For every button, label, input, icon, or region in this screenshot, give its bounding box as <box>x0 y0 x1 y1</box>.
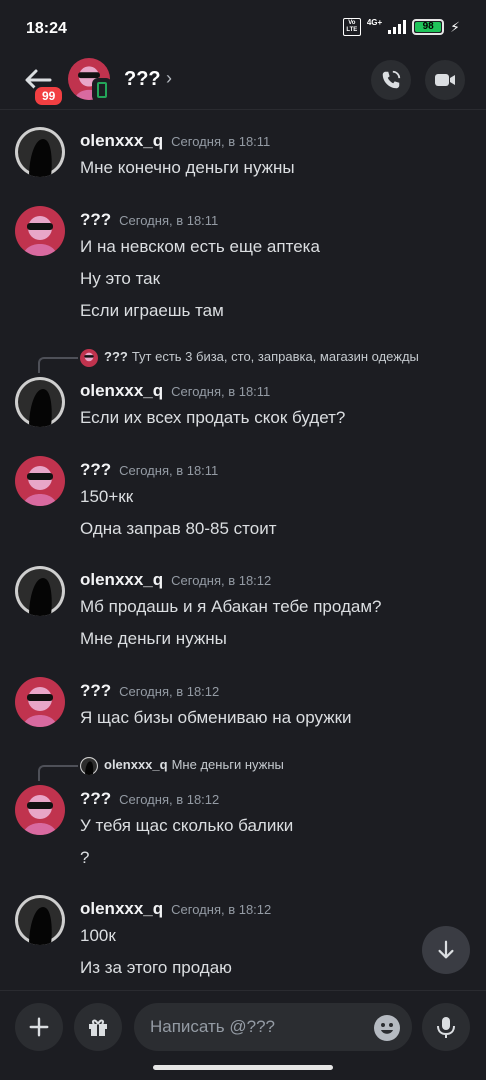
message-author[interactable]: ??? Сегодня, в 18:11 <box>80 460 218 480</box>
avatar[interactable] <box>15 127 65 177</box>
avatar[interactable] <box>15 785 65 835</box>
pink-avatar-icon <box>15 785 65 835</box>
pink-avatar-icon <box>80 349 98 367</box>
video-camera-icon <box>435 74 455 86</box>
message-author[interactable]: olenxxx_q Сегодня, в 18:12 <box>80 570 271 590</box>
message-timestamp: Сегодня, в 18:12 <box>119 684 220 699</box>
dark-avatar-icon <box>15 377 65 427</box>
voice-message-button[interactable] <box>422 1003 470 1051</box>
message-timestamp: Сегодня, в 18:12 <box>171 902 272 917</box>
message-author[interactable]: olenxxx_q Сегодня, в 18:11 <box>80 131 270 151</box>
signal-icon <box>388 20 407 34</box>
pink-avatar-icon <box>15 206 65 256</box>
message-input-wrapper <box>134 1003 412 1051</box>
voice-call-button[interactable] <box>371 60 411 100</box>
reply-preview[interactable]: ??? Тут есть 3 биза, сто, заправка, магаз… <box>38 347 478 373</box>
channel-title[interactable]: ??? <box>124 68 161 91</box>
message-author[interactable]: ??? Сегодня, в 18:11 <box>80 210 218 230</box>
message-input[interactable] <box>150 1003 360 1051</box>
status-time: 18:24 <box>26 20 67 37</box>
message-text: 100к <box>80 926 116 945</box>
message-timestamp: Сегодня, в 18:11 <box>171 384 271 399</box>
dark-avatar-icon <box>15 566 65 616</box>
reply-author: ??? Тут есть 3 биза, сто, заправка, магаз… <box>104 349 419 364</box>
unread-badge[interactable]: 99 <box>32 84 66 108</box>
message-text: Я щас бизы обмениваю на оружки <box>80 708 352 727</box>
message-text: Из за этого продаю <box>80 958 232 977</box>
message-text: Если играешь там <box>80 301 224 320</box>
message-text: 150+кк <box>80 487 134 506</box>
volte-icon: Vo LTE <box>342 18 361 36</box>
reply-spine <box>38 765 78 781</box>
jump-to-latest-button[interactable] <box>422 926 470 974</box>
avatar[interactable] <box>15 206 65 256</box>
reply-text: Мне деньги нужны <box>171 757 284 772</box>
pink-avatar-icon <box>15 677 65 727</box>
avatar[interactable] <box>15 895 65 945</box>
plus-icon <box>29 1017 49 1037</box>
smiley-icon <box>375 1016 399 1040</box>
arrow-down-icon <box>438 940 454 959</box>
avatar[interactable] <box>15 677 65 727</box>
status-icons: Vo LTE 4G+ 98 ⚡ <box>342 17 460 36</box>
chat-header: 99 ??? › <box>0 56 486 110</box>
message-author[interactable]: olenxxx_q Сегодня, в 18:12 <box>80 899 271 919</box>
gift-icon <box>89 1019 107 1036</box>
network-type: 4G+ <box>366 17 383 27</box>
dark-avatar-icon <box>15 127 65 177</box>
message-author[interactable]: ??? Сегодня, в 18:12 <box>80 789 219 809</box>
mobile-status-icon <box>92 78 112 102</box>
message-author[interactable]: olenxxx_q Сегодня, в 18:11 <box>80 381 270 401</box>
message-text: Мб продашь и я Абакан тебе продам? <box>80 597 382 616</box>
dark-avatar-icon <box>80 757 98 775</box>
pink-avatar-icon <box>15 456 65 506</box>
message-timestamp: Сегодня, в 18:11 <box>119 213 219 228</box>
message-text: Мне деньги нужны <box>80 629 227 648</box>
message-text: Если их всех продать скок будет? <box>80 408 346 427</box>
avatar[interactable] <box>15 456 65 506</box>
status-bar: 18:24 Vo LTE 4G+ 98 ⚡ <box>0 0 486 56</box>
reply-preview[interactable]: olenxxx_q Мне деньги нужны <box>38 755 478 781</box>
message-text: У тебя щас сколько балики <box>80 816 294 835</box>
video-call-button[interactable] <box>425 60 465 100</box>
message-timestamp: Сегодня, в 18:12 <box>119 792 220 807</box>
battery-icon: 98 <box>412 19 445 35</box>
gift-button[interactable] <box>74 1003 122 1051</box>
chevron-right-icon[interactable]: › <box>166 68 172 89</box>
dark-avatar-icon <box>15 895 65 945</box>
message-text: ? <box>80 848 90 867</box>
message-author[interactable]: ??? Сегодня, в 18:12 <box>80 681 219 701</box>
reply-spine <box>38 357 78 373</box>
message-timestamp: Сегодня, в 18:11 <box>171 134 271 149</box>
message-text: Одна заправ 80-85 стоит <box>80 519 277 538</box>
attach-button[interactable] <box>15 1003 63 1051</box>
message-list[interactable]: olenxxx_q Сегодня, в 18:11 Мне конечно де… <box>0 111 486 991</box>
reply-avatar <box>80 349 98 367</box>
reply-text: Тут есть 3 биза, сто, заправка, магазин … <box>131 349 419 364</box>
battery-level: 98 <box>415 22 442 32</box>
avatar[interactable] <box>15 566 65 616</box>
home-indicator <box>153 1065 333 1070</box>
message-text: Мне конечно деньги нужны <box>80 158 295 177</box>
avatar[interactable] <box>15 377 65 427</box>
microphone-icon <box>437 1017 455 1038</box>
phone-icon <box>382 70 401 89</box>
reply-avatar <box>80 757 98 775</box>
message-text: Ну это так <box>80 269 161 288</box>
reply-author: olenxxx_q Мне деньги нужны <box>104 757 284 772</box>
emoji-button[interactable] <box>374 1015 400 1041</box>
message-timestamp: Сегодня, в 18:12 <box>171 573 272 588</box>
charging-icon: ⚡ <box>450 18 460 35</box>
message-text: И на невском есть еще аптека <box>80 237 320 256</box>
message-timestamp: Сегодня, в 18:11 <box>119 463 219 478</box>
